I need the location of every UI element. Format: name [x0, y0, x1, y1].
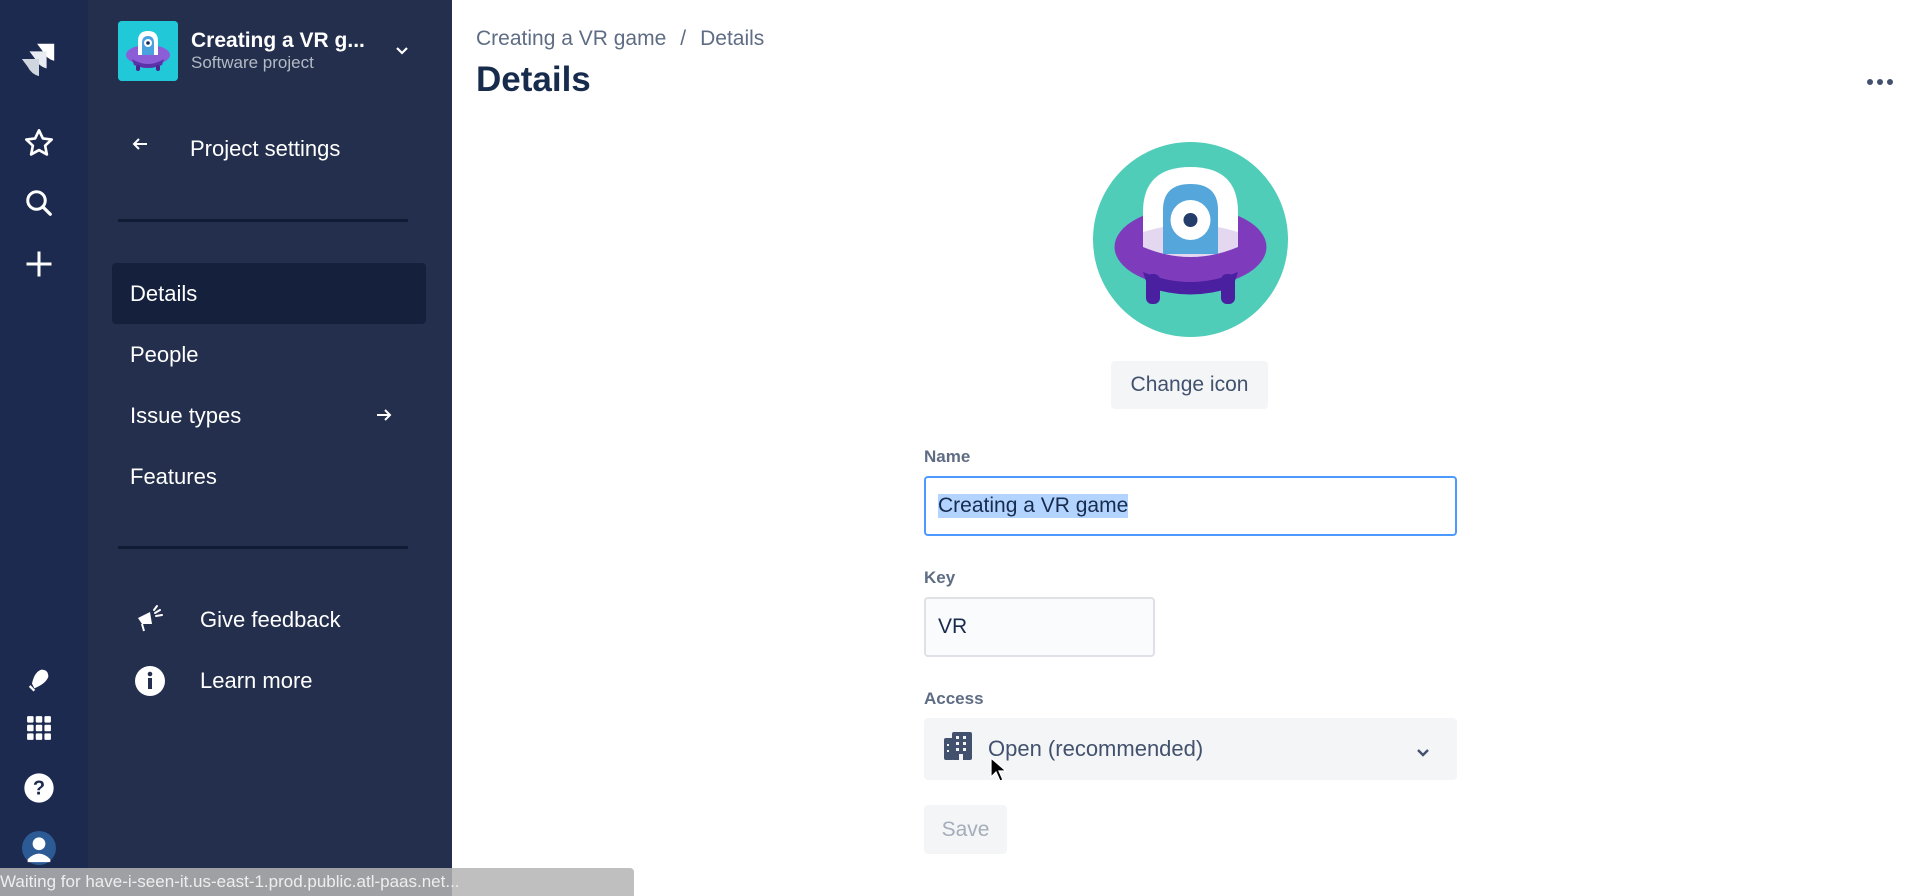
divider: [118, 546, 408, 549]
learn-more-link[interactable]: Learn more: [134, 665, 313, 697]
key-label: Key: [924, 568, 956, 587]
key-input-value: VR: [938, 615, 968, 638]
project-settings-heading: Project settings: [190, 136, 341, 161]
jira-logo-icon[interactable]: [20, 40, 58, 78]
breadcrumb: Creating a VR game / Details: [476, 27, 764, 51]
breadcrumb-item-project[interactable]: Creating a VR game: [476, 27, 666, 51]
chevron-down-icon: [1415, 740, 1431, 766]
sidebar-item-details[interactable]: Details: [112, 263, 426, 324]
browser-status-bar: Waiting for have-i-seen-it.us-east-1.pro…: [0, 868, 634, 896]
megaphone-icon: [134, 604, 166, 636]
access-value: Open (recommended): [988, 736, 1204, 761]
name-label: Name: [924, 447, 971, 466]
project-type: Software project: [191, 53, 314, 72]
save-button[interactable]: Save: [924, 805, 1007, 854]
plus-icon[interactable]: [20, 245, 58, 283]
learn-more-label: Learn more: [200, 668, 313, 693]
project-sidebar: Creating a VR g... Software project Proj…: [88, 0, 452, 896]
profile-avatar-icon[interactable]: [20, 829, 58, 867]
key-input[interactable]: VR: [924, 597, 1155, 657]
breadcrumb-item-details[interactable]: Details: [700, 27, 764, 51]
svg-text:?: ?: [33, 778, 45, 800]
give-feedback-label: Give feedback: [200, 607, 341, 632]
project-avatar-large: [1093, 142, 1288, 337]
building-icon: [944, 732, 972, 766]
sidebar-item-label: Issue types: [130, 402, 242, 428]
sidebar-item-label: People: [130, 341, 199, 367]
project-avatar: [118, 21, 178, 81]
help-icon[interactable]: ?: [20, 769, 58, 807]
breadcrumb-separator: /: [680, 27, 687, 50]
star-icon[interactable]: [20, 124, 58, 162]
arrow-left-icon: [130, 134, 150, 159]
name-input-value: Creating a VR game: [938, 494, 1129, 518]
sidebar-item-label: Features: [130, 463, 217, 489]
mouse-cursor: [990, 756, 1008, 788]
change-icon-button[interactable]: Change icon: [1111, 361, 1268, 409]
back-button[interactable]: [130, 134, 150, 159]
project-switcher[interactable]: Creating a VR g... Software project: [118, 21, 365, 81]
search-icon[interactable]: [20, 184, 58, 222]
chevron-down-icon[interactable]: [394, 42, 410, 63]
notification-icon[interactable]: [20, 660, 58, 698]
more-actions-button[interactable]: [1860, 70, 1900, 94]
sidebar-item-issue-types[interactable]: Issue types: [112, 385, 426, 446]
give-feedback-link[interactable]: Give feedback: [134, 604, 341, 636]
divider: [118, 219, 408, 222]
global-navigation: ?: [0, 0, 88, 896]
arrow-right-icon: [374, 405, 394, 431]
app-switcher-icon[interactable]: [20, 709, 58, 747]
info-icon: [134, 665, 166, 697]
sidebar-item-people[interactable]: People: [112, 324, 426, 385]
sidebar-item-features[interactable]: Features: [112, 446, 426, 507]
access-label: Access: [924, 689, 984, 708]
project-name: Creating a VR g...: [191, 29, 365, 52]
page-title: Details: [476, 60, 591, 99]
main-content: Creating a VR game / Details Details Cha…: [452, 0, 1920, 896]
name-input[interactable]: Creating a VR game: [924, 476, 1457, 536]
sidebar-item-label: Details: [130, 280, 198, 306]
